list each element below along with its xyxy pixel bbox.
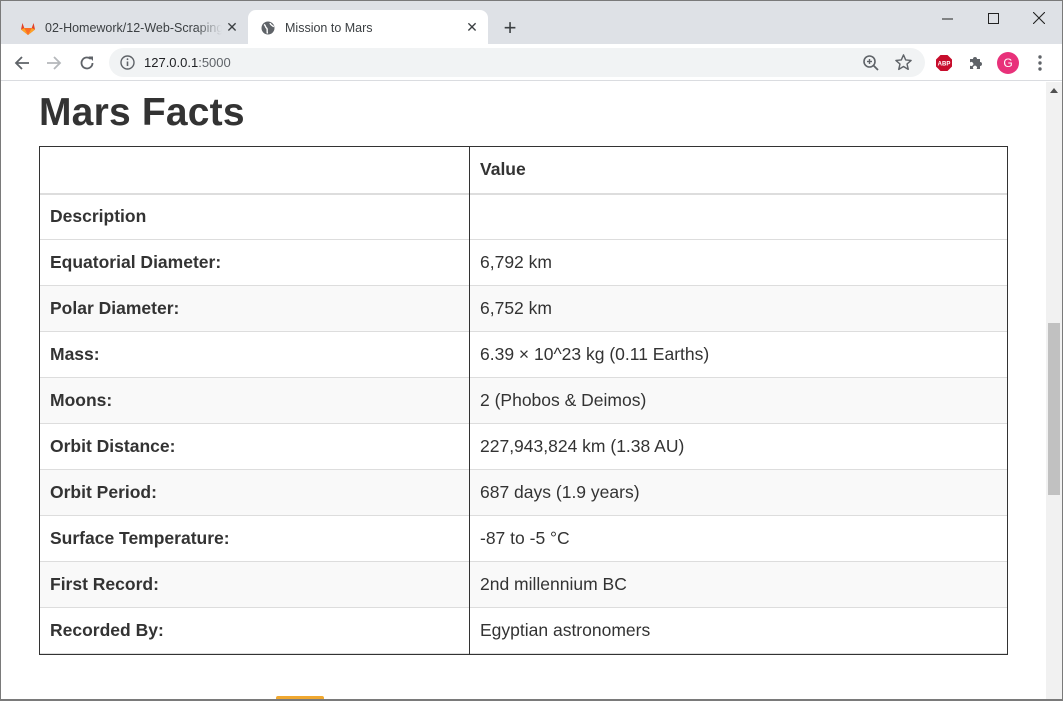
fact-label: Polar Diameter: [39, 285, 470, 332]
bookmark-star-icon[interactable] [894, 53, 913, 72]
fact-label: Surface Temperature: [39, 515, 470, 562]
address-bar[interactable]: 127.0.0.1:5000 [109, 48, 925, 77]
fact-value: 6,792 km [469, 239, 1008, 286]
back-button[interactable] [9, 50, 35, 76]
table-index-row: Description [39, 193, 1008, 240]
forward-button[interactable] [41, 50, 67, 76]
tab-title: 02-Homework/12-Web-Scraping-and-Document… [45, 20, 222, 35]
page-title: Mars Facts [39, 91, 245, 134]
arrow-right-icon [47, 56, 62, 70]
vertical-scrollbar[interactable] [1046, 82, 1062, 699]
fact-label: First Record: [39, 561, 470, 608]
url-port: :5000 [198, 55, 231, 70]
fact-label: Orbit Period: [39, 469, 470, 516]
fact-value: 2nd millennium BC [469, 561, 1008, 608]
fact-label: Equatorial Diameter: [39, 239, 470, 286]
reload-icon [80, 56, 94, 70]
new-tab-button[interactable]: + [498, 15, 522, 40]
tab-mission-to-mars[interactable]: Mission to Mars ✕ [248, 10, 488, 45]
url-host: 127.0.0.1 [144, 55, 199, 70]
close-tab-icon[interactable]: ✕ [462, 18, 482, 38]
fact-value: 2 (Phobos & Deimos) [469, 377, 1008, 424]
url-text: 127.0.0.1:5000 [144, 55, 231, 70]
table-header-value: Value [469, 146, 1008, 195]
gitlab-fox-icon [21, 22, 35, 35]
scroll-up-arrow-icon[interactable] [1046, 82, 1062, 98]
index-label: Description [39, 193, 470, 240]
table-row: First Record: 2nd millennium BC [39, 561, 1008, 608]
table-row: Orbit Distance: 227,943,824 km (1.38 AU) [39, 423, 1008, 470]
tab-bar: 02-Homework/12-Web-Scraping-and-Document… [0, 0, 1063, 45]
close-tab-icon[interactable]: ✕ [222, 18, 242, 38]
minimize-button[interactable] [924, 5, 970, 31]
info-icon[interactable] [119, 54, 136, 71]
fact-label: Moons: [39, 377, 470, 424]
minimize-icon [941, 18, 953, 19]
fact-value: 6.39 × 10^23 kg (0.11 Earths) [469, 331, 1008, 378]
zoom-icon[interactable] [862, 54, 880, 72]
reload-button[interactable] [74, 50, 100, 76]
puzzle-icon [970, 57, 982, 69]
more-vert-icon [1038, 55, 1042, 71]
table-header-empty [39, 146, 470, 195]
mars-facts-table: Value Description Equatorial Diameter: 6… [39, 146, 1008, 654]
table-row: Equatorial Diameter: 6,792 km [39, 239, 1008, 286]
table-row: Moons: 2 (Phobos & Deimos) [39, 377, 1008, 424]
extensions-button[interactable] [966, 53, 986, 73]
maximize-icon [987, 12, 999, 24]
tab-homework[interactable]: 02-Homework/12-Web-Scraping-and-Document… [8, 10, 248, 45]
fact-value: 227,943,824 km (1.38 AU) [469, 423, 1008, 470]
fact-value: 6,752 km [469, 285, 1008, 332]
fact-label: Recorded By: [39, 607, 470, 654]
profile-avatar[interactable]: G [997, 52, 1019, 74]
browser-toolbar: 127.0.0.1:5000 ABP G [0, 44, 1063, 81]
table-row: Surface Temperature: -87 to -5 °C [39, 515, 1008, 562]
table-header-row: Value [39, 146, 1008, 195]
table-row: Mass: 6.39 × 10^23 kg (0.11 Earths) [39, 331, 1008, 378]
close-window-button[interactable] [1016, 5, 1062, 31]
scrollbar-thumb[interactable] [1048, 323, 1060, 495]
page-viewport: Mars Facts Value Description Equatorial … [1, 82, 1046, 699]
tab-title: Mission to Mars [285, 20, 373, 35]
adblock-extension-icon[interactable]: ABP [934, 53, 954, 73]
abp-octagon-icon: ABP [936, 55, 952, 71]
table-row: Orbit Period: 687 days (1.9 years) [39, 469, 1008, 516]
fact-label: Mass: [39, 331, 470, 378]
table-row: Polar Diameter: 6,752 km [39, 285, 1008, 332]
window-border-left [0, 0, 1, 701]
fact-label: Orbit Distance: [39, 423, 470, 470]
fact-value: Egyptian astronomers [469, 607, 1008, 654]
arrow-left-icon [14, 56, 29, 70]
abp-label: ABP [938, 62, 951, 68]
globe-icon [261, 21, 275, 34]
browser-menu-button[interactable] [1030, 52, 1050, 74]
table-row: Recorded By: Egyptian astronomers [39, 607, 1008, 654]
index-empty-cell [469, 193, 1008, 240]
maximize-button[interactable] [970, 5, 1016, 31]
close-icon [1033, 12, 1045, 24]
fact-value: -87 to -5 °C [469, 515, 1008, 562]
fact-value: 687 days (1.9 years) [469, 469, 1008, 516]
